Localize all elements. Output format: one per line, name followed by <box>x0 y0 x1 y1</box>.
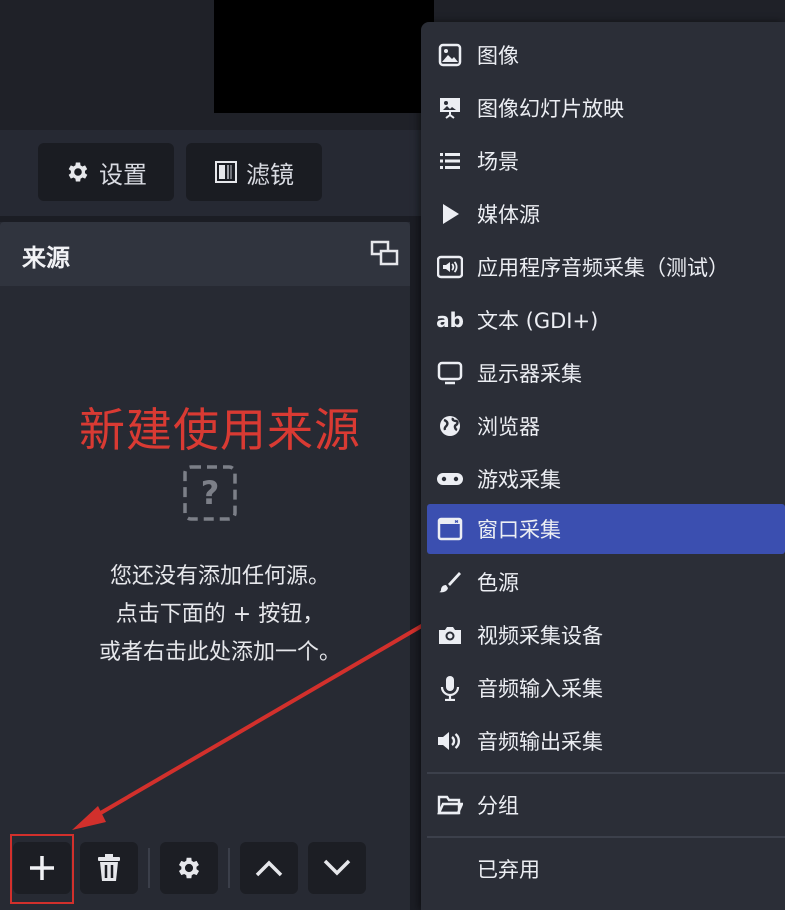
chevron-down-icon <box>323 859 351 876</box>
menu-separator <box>427 772 785 774</box>
menu-item-scene[interactable]: 场景 <box>427 136 785 186</box>
menu-item-window-capture[interactable]: 窗口采集 <box>427 504 785 554</box>
menu-item-app-audio[interactable]: 应用程序音频采集（测试） <box>427 242 785 292</box>
empty-line-1: 您还没有添加任何源。 <box>109 564 330 589</box>
menu-item-label: 场景 <box>477 150 519 174</box>
play-icon <box>443 204 459 224</box>
menu-item-group[interactable]: 分组 <box>427 780 785 830</box>
window-icon <box>437 517 463 541</box>
filter-icon <box>215 161 237 183</box>
empty-line-2: 点击下面的 + 按钮， <box>115 602 325 627</box>
menu-item-game-capture[interactable]: 游戏采集 <box>427 454 785 504</box>
add-button-highlight <box>10 834 74 904</box>
preview-canvas <box>214 0 434 113</box>
menu-item-audio-input[interactable]: 音频输入采集 <box>427 663 785 713</box>
menu-item-video-capture[interactable]: 视频采集设备 <box>427 610 785 660</box>
list-icon <box>440 153 460 169</box>
menu-item-browser[interactable]: 浏览器 <box>427 401 785 451</box>
speaker-icon <box>438 732 460 750</box>
divider <box>148 848 150 888</box>
slideshow-icon <box>440 98 460 119</box>
menu-item-label: 窗口采集 <box>477 518 561 542</box>
camera-icon <box>439 627 461 644</box>
menu-item-label: 文本 (GDI+) <box>477 309 599 333</box>
source-properties-button[interactable] <box>160 842 218 894</box>
menu-item-label: 图像幻灯片放映 <box>477 97 624 121</box>
menu-item-image[interactable]: 图像 <box>427 30 785 80</box>
chevron-up-icon <box>255 860 283 877</box>
menu-item-deprecated[interactable]: 已弃用 <box>427 844 785 894</box>
menu-item-label: 游戏采集 <box>477 468 561 492</box>
monitor-icon <box>437 361 463 385</box>
menu-item-label: 视频采集设备 <box>477 624 603 648</box>
brush-icon <box>439 572 461 593</box>
microphone-icon <box>440 676 460 701</box>
menu-separator <box>427 836 785 838</box>
gear-icon <box>68 162 88 182</box>
sources-panel[interactable]: 来源 新建使用来源 ? 您还没有添加任何源。 点击下面的 + 按钮， 或者右击此… <box>0 222 410 910</box>
source-toolbar: 设置 滤镜 <box>0 130 430 216</box>
menu-item-label: 图像 <box>477 44 519 68</box>
folder-icon <box>437 795 463 815</box>
trash-icon <box>98 854 120 881</box>
filters-button[interactable]: 滤镜 <box>186 143 322 201</box>
add-source-menu: 图像 图像幻灯片放映 场景 媒体源 应用程序音频采集（测试） ab 文本 (GD… <box>421 22 785 910</box>
menu-item-media-source[interactable]: 媒体源 <box>427 189 785 239</box>
menu-item-label: 音频输入采集 <box>477 677 603 701</box>
undock-icon[interactable] <box>370 240 400 268</box>
filters-label: 滤镜 <box>246 160 294 189</box>
sources-panel-title: 来源 <box>22 244 70 272</box>
svg-text:?: ? <box>201 474 220 512</box>
menu-item-label: 应用程序音频采集（测试） <box>477 256 729 280</box>
menu-item-label: 媒体源 <box>477 203 540 227</box>
menu-item-label: 音频输出采集 <box>477 730 603 754</box>
gear-icon <box>178 857 200 879</box>
text-icon: ab <box>436 308 464 332</box>
empty-state-text: 您还没有添加任何源。 点击下面的 + 按钮， 或者右击此处添加一个。 <box>0 558 440 672</box>
sources-panel-header: 来源 <box>0 222 410 286</box>
gamepad-icon <box>437 473 463 485</box>
menu-item-label: 色源 <box>477 571 519 595</box>
menu-item-slideshow[interactable]: 图像幻灯片放映 <box>427 83 785 133</box>
settings-label: 设置 <box>99 160 147 189</box>
empty-line-3: 或者右击此处添加一个。 <box>98 640 341 665</box>
settings-button[interactable]: 设置 <box>38 143 174 201</box>
move-up-button[interactable] <box>240 842 298 894</box>
menu-item-display-capture[interactable]: 显示器采集 <box>427 348 785 398</box>
menu-item-text[interactable]: ab 文本 (GDI+) <box>427 295 785 345</box>
menu-item-label: 已弃用 <box>477 858 540 882</box>
menu-item-audio-output[interactable]: 音频输出采集 <box>427 716 785 766</box>
image-icon <box>438 43 462 67</box>
menu-item-label: 分组 <box>477 794 519 818</box>
menu-item-label: 浏览器 <box>477 415 540 439</box>
remove-source-button[interactable] <box>80 842 138 894</box>
menu-item-color-source[interactable]: 色源 <box>427 557 785 607</box>
empty-state-title: 新建使用来源 <box>79 403 361 457</box>
menu-item-label: 显示器采集 <box>477 362 582 386</box>
question-icon: ? <box>183 465 237 521</box>
app-audio-icon <box>437 255 463 279</box>
divider <box>228 848 230 888</box>
move-down-button[interactable] <box>308 842 366 894</box>
globe-icon <box>440 416 460 436</box>
